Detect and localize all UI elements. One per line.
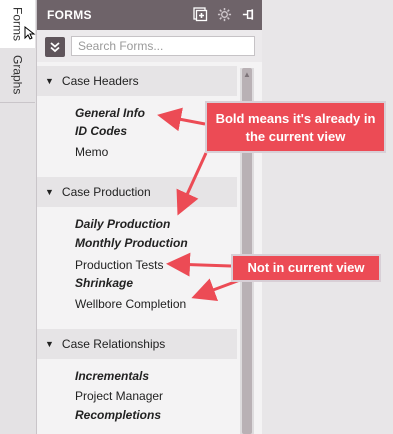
tab-graphs-label: Graphs bbox=[10, 55, 25, 95]
tab-forms[interactable]: Forms bbox=[0, 0, 35, 49]
mouse-cursor-icon bbox=[24, 26, 36, 40]
list-item-monthly-production[interactable]: Monthly Production bbox=[75, 234, 188, 252]
list-item-daily-production[interactable]: Daily Production bbox=[75, 215, 170, 233]
tab-graphs[interactable]: Graphs bbox=[0, 48, 35, 103]
callout-bold-means-in-view: Bold means it's already in the current v… bbox=[205, 101, 386, 153]
list-item-wellbore-completion[interactable]: Wellbore Completion bbox=[75, 295, 186, 313]
expand-triangle-icon: ▼ bbox=[45, 76, 54, 86]
vertical-tab-strip: Forms Graphs bbox=[0, 0, 37, 434]
list-item-production-tests[interactable]: Production Tests bbox=[75, 256, 164, 274]
list-item-incrementals[interactable]: Incrementals bbox=[75, 367, 149, 385]
section-title: Case Relationships bbox=[61, 337, 166, 351]
list-item-general-info[interactable]: General Info bbox=[75, 104, 145, 122]
list-item-project-manager[interactable]: Project Manager bbox=[75, 387, 163, 405]
section-title: Case Headers bbox=[61, 74, 139, 88]
expand-triangle-icon: ▼ bbox=[45, 339, 54, 349]
scroll-up-arrow-icon[interactable]: ▲ bbox=[241, 70, 253, 79]
section-case-headers[interactable]: ▼ Case Headers bbox=[37, 66, 237, 96]
section-case-production[interactable]: ▼ Case Production bbox=[37, 177, 237, 207]
double-chevron-down-icon bbox=[50, 42, 60, 53]
forms-panel: FORMS ▼ Case Headers General Info ID Cod… bbox=[37, 0, 262, 434]
pin-icon[interactable] bbox=[240, 6, 256, 22]
search-row bbox=[37, 30, 262, 62]
panel-title: FORMS bbox=[47, 8, 92, 22]
tab-forms-label: Forms bbox=[10, 7, 25, 41]
collapse-all-button[interactable] bbox=[45, 37, 65, 57]
search-input[interactable] bbox=[71, 36, 255, 56]
panel-header: FORMS bbox=[37, 0, 262, 30]
list-item-shrinkage[interactable]: Shrinkage bbox=[75, 274, 133, 292]
list-item-memo[interactable]: Memo bbox=[75, 143, 108, 161]
add-form-icon[interactable] bbox=[192, 6, 208, 22]
expand-triangle-icon: ▼ bbox=[45, 187, 54, 197]
section-case-relationships[interactable]: ▼ Case Relationships bbox=[37, 329, 237, 359]
gear-icon[interactable] bbox=[216, 6, 232, 22]
callout-not-in-view: Not in current view bbox=[231, 254, 381, 282]
section-title: Case Production bbox=[61, 185, 151, 199]
list-item-id-codes[interactable]: ID Codes bbox=[75, 122, 127, 140]
list-item-recompletions[interactable]: Recompletions bbox=[75, 406, 161, 424]
